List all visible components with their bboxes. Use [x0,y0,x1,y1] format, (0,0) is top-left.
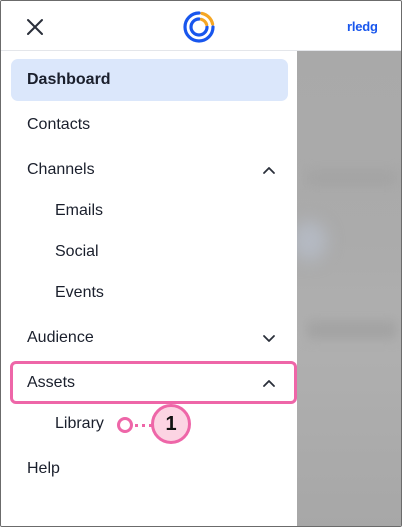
close-button[interactable] [21,13,49,41]
sidebar-item-channels[interactable]: Channels [11,149,288,191]
sidebar-item-label: Channels [27,161,95,178]
sidebar-item-library[interactable]: Library [11,403,111,445]
sidebar-item-social[interactable]: Social [11,231,288,273]
sidebar-item-label: Help [27,460,60,477]
chevron-down-icon[interactable] [262,331,276,345]
sidebar-item-audience[interactable]: Audience [11,317,288,359]
app-frame: rledg Dashboard Contacts Channels Emails… [0,0,402,527]
callout-pointer-dot [117,417,133,433]
callout-connector [135,424,152,427]
chevron-up-icon[interactable] [262,163,276,177]
sidebar-item-label: Emails [55,202,104,219]
sidebar-nav: Dashboard Contacts Channels Emails Socia… [1,52,297,526]
sidebar-item-label: Social [55,243,99,260]
sidebar-item-label: Audience [27,329,94,346]
sidebar-item-label: Assets [27,374,76,391]
sidebar-item-contacts[interactable]: Contacts [11,104,288,146]
chevron-up-icon[interactable] [262,376,276,390]
sidebar-item-emails[interactable]: Emails [11,190,288,232]
callout-badge: 1 [151,404,191,444]
sidebar-item-events[interactable]: Events [11,272,288,314]
sidebar-item-help[interactable]: Help [11,448,288,490]
callout-number: 1 [165,412,177,435]
sidebar-item-label: Library [55,415,104,432]
sidebar-item-label: Dashboard [27,71,111,88]
sidebar-item-assets[interactable]: Assets [11,362,288,404]
sidebar-item-label: Events [55,284,104,301]
page-overlay[interactable] [291,51,401,526]
constant-contact-logo-icon[interactable] [182,10,216,44]
sidebar-item-dashboard[interactable]: Dashboard [11,59,288,101]
brand-text: rledg [347,19,377,34]
close-icon [27,19,43,35]
top-bar: rledg [1,1,401,51]
sidebar-item-label: Contacts [27,116,91,133]
